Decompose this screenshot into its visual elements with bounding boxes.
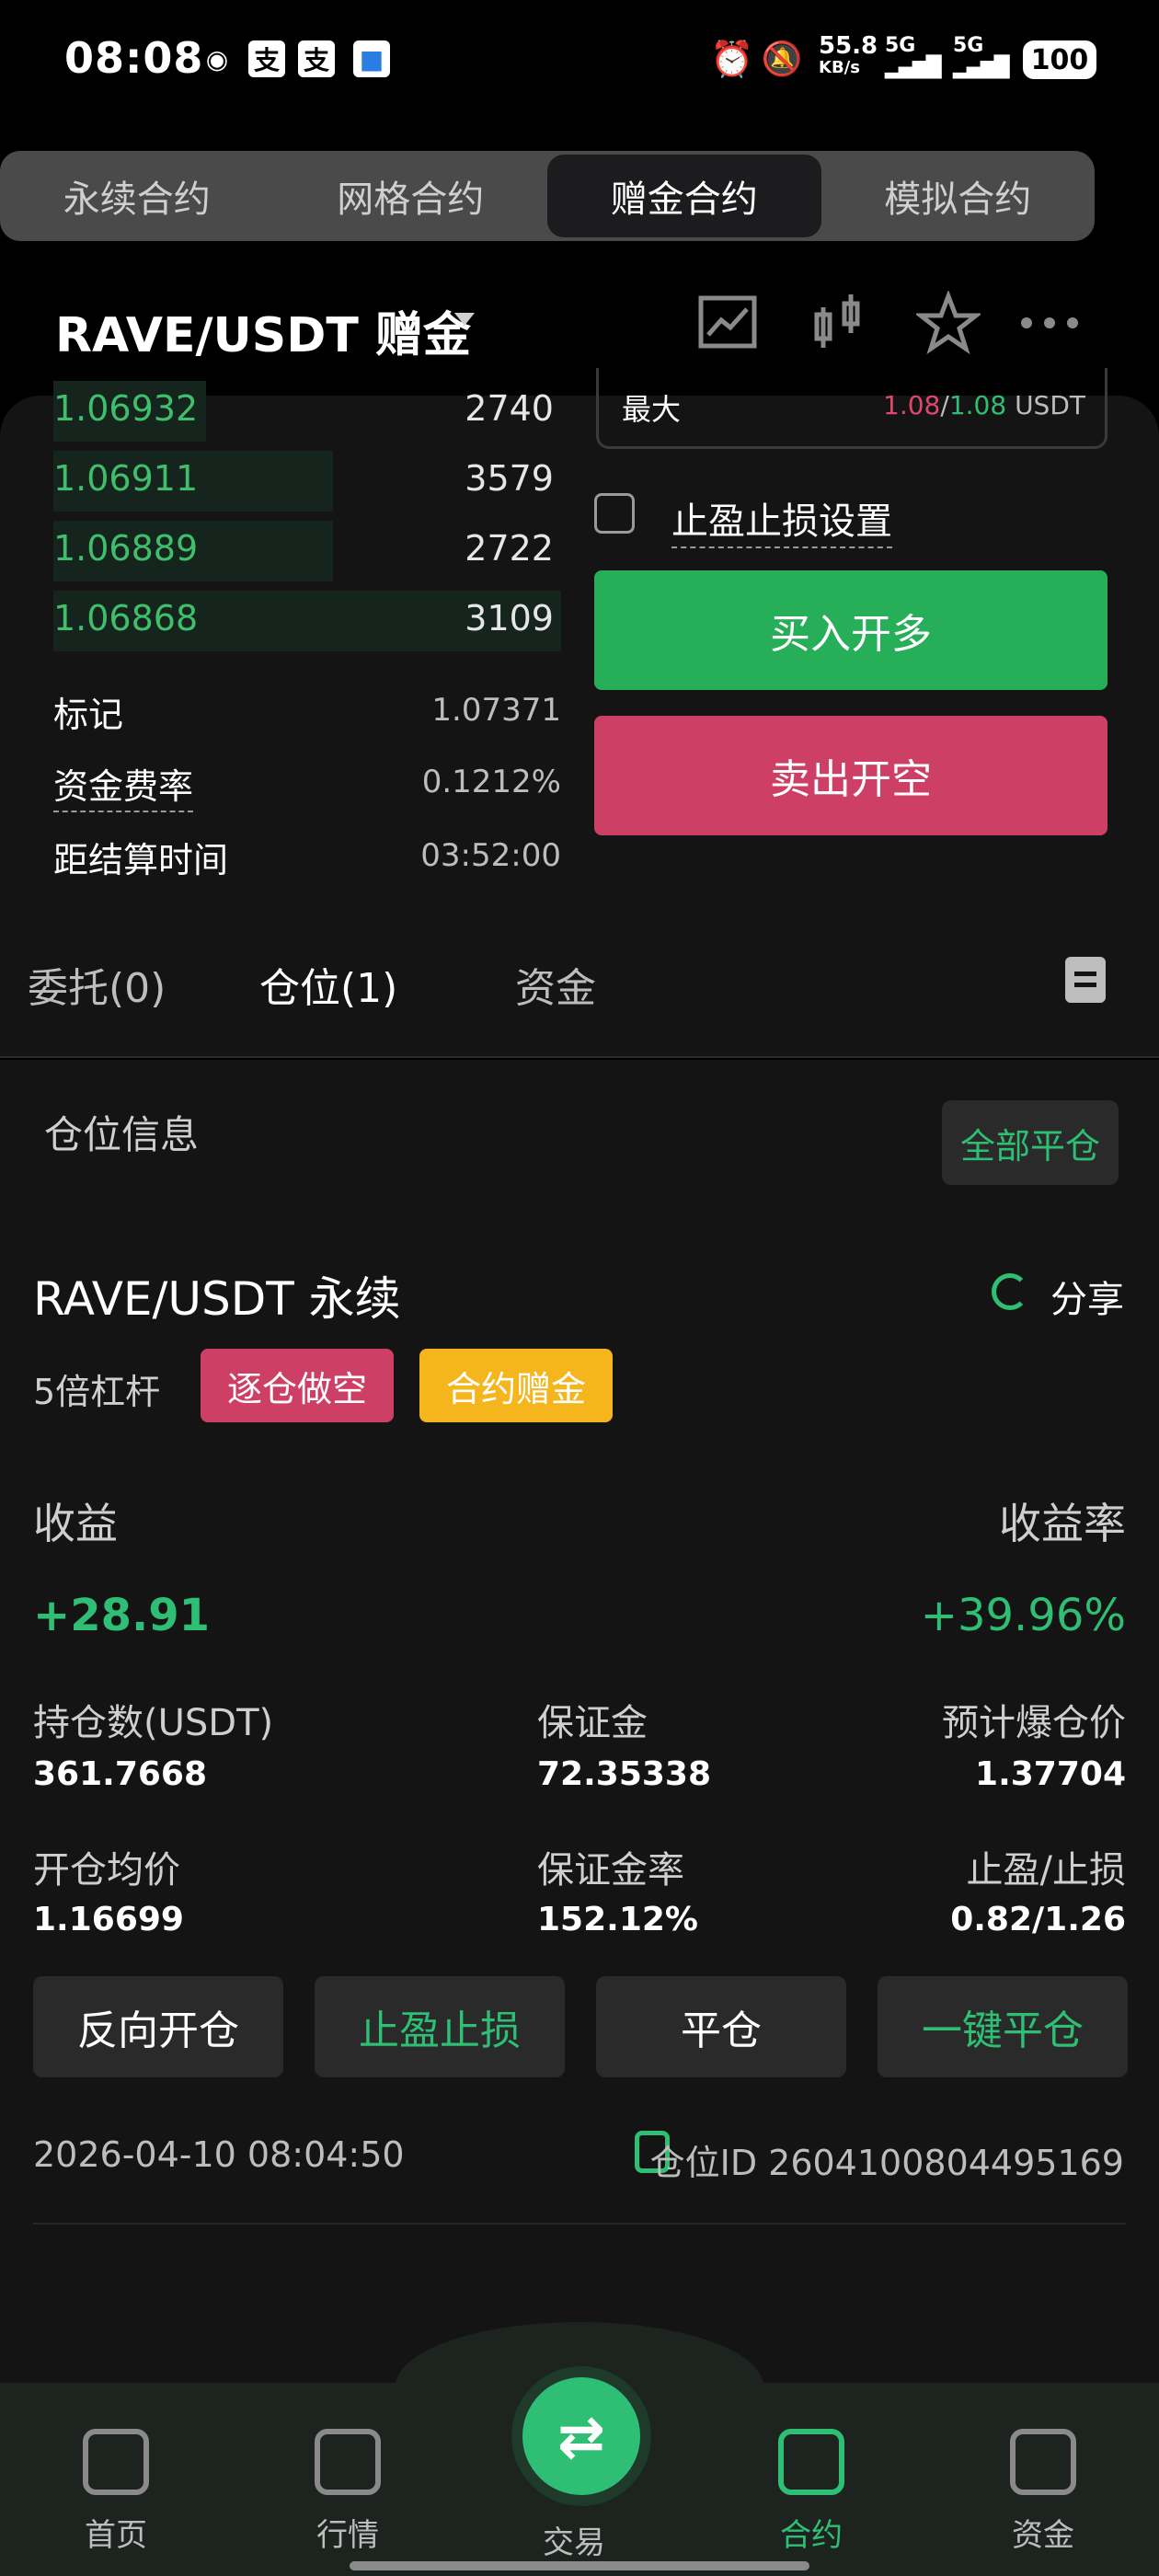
tpsl-label: 止盈/止损 [966,1849,1126,1892]
signal-2: 5G ▂▄▆█ [953,34,1010,79]
divider [33,2223,1126,2225]
tab-positions[interactable]: 仓位(1) [259,955,397,1014]
home-indicator[interactable] [350,2561,809,2570]
tab-funds[interactable]: 资金 [515,955,596,1014]
nav-market[interactable]: 行情 [274,2429,421,2567]
document-icon[interactable] [1065,957,1106,1003]
orderbook-row[interactable]: 1.06889 2722 [53,521,561,581]
chevron-down-icon[interactable] [454,313,475,326]
margin-value: 72.35338 [537,1755,712,1793]
signal-1: 5G ▂▄▆█ [885,34,942,79]
position-title: RAVE/USDT 永续 [33,1272,401,1326]
trade-icon[interactable]: ⇄ [522,2377,640,2495]
one-click-close-button[interactable]: 一键平仓 [878,1976,1128,2077]
market-icon [315,2429,381,2495]
more-icon[interactable] [1017,291,1082,355]
roe-value: +39.96% [920,1590,1126,1641]
orderbook-price: 1.06932 [53,388,199,429]
tpsl-button[interactable]: 止盈止损 [315,1976,565,2077]
funding-rate-label[interactable]: 资金费率 [53,758,194,812]
share-button[interactable]: 分享 [1050,1270,1124,1323]
max-label: 最大 [622,392,682,427]
mute-icon: 🔕 [761,40,803,78]
funding-rate-value: 0.1212% [421,764,561,800]
weibo-icon: ◉ [205,43,229,75]
app-icon: 支 [298,40,335,77]
tpsl-settings-label[interactable]: 止盈止损设置 [671,491,892,548]
orderbook-price: 1.06889 [53,528,199,569]
mark-price-value: 1.07371 [431,692,561,729]
settlement-time-label: 距结算时间 [53,840,229,880]
orderbook-price: 1.06911 [53,458,199,499]
net-speed: 55.8 KB/s [819,32,878,77]
app-icon: 支 [248,40,285,77]
settlement-time-value: 03:52:00 [420,837,561,874]
close-all-button[interactable]: 全部平仓 [942,1100,1119,1185]
max-value: 1.08/1.08 USDT [883,390,1085,420]
orderbook-qty: 2740 [465,388,554,429]
position-id: 仓位ID 2604100804495169 [649,2143,1124,2183]
nav-contract[interactable]: 合约 [738,2429,885,2567]
candlestick-icon[interactable] [808,291,872,355]
position-timestamp: 2026-04-10 08:04:50 [33,2134,405,2175]
orderbook-qty: 3109 [465,598,554,638]
home-icon [83,2429,149,2495]
battery-indicator: 100 [1023,40,1096,79]
entry-price-value: 1.16699 [33,1901,184,1938]
status-time: 08:08 [64,33,204,83]
orderbook-row[interactable]: 1.06911 3579 [53,451,561,512]
nav-home[interactable]: 首页 [42,2429,189,2567]
entry-price-label: 开仓均价 [33,1849,180,1892]
contract-icon [778,2429,844,2495]
size-label: 持仓数(USDT) [33,1702,274,1744]
mark-price-label: 标记 [53,695,124,735]
tab-demo[interactable]: 模拟合约 [821,151,1096,241]
tab-perpetual[interactable]: 永续合约 [0,151,274,241]
sell-short-button[interactable]: 卖出开空 [594,716,1107,835]
pnl-label: 收益 [33,1499,118,1548]
favorite-star-icon[interactable] [916,291,981,355]
tpsl-value: 0.82/1.26 [950,1901,1126,1938]
leverage-label: 5倍杠杆 [33,1372,161,1412]
isolated-short-badge: 逐仓做空 [201,1349,394,1422]
margin-ratio-value: 152.12% [537,1901,698,1938]
roe-label: 收益率 [999,1499,1126,1548]
position-info-title: 仓位信息 [44,1112,200,1157]
margin-label: 保证金 [537,1702,648,1744]
tab-bonus[interactable]: 赠金合约 [547,155,821,237]
liq-price-value: 1.37704 [975,1755,1126,1793]
alarm-icon: ⏰ [710,38,754,79]
size-value: 361.7668 [33,1755,208,1793]
wallet-icon [1010,2429,1076,2495]
tab-grid[interactable]: 网格合约 [274,151,548,241]
bonus-badge: 合约赠金 [419,1349,613,1422]
tpsl-checkbox[interactable] [594,493,635,534]
chat-app-icon: ■ [353,40,390,77]
margin-ratio-label: 保证金率 [537,1849,684,1892]
chart-icon[interactable] [695,291,760,355]
pair-selector[interactable]: RAVE/USDT 赠金 [55,296,471,365]
liq-price-label: 预计爆仓价 [942,1702,1126,1744]
close-position-button[interactable]: 平仓 [596,1976,846,2077]
tab-orders[interactable]: 委托(0) [28,955,166,1014]
orderbook-row[interactable]: 1.06932 2740 [53,381,561,442]
orderbook-row[interactable]: 1.06868 3109 [53,591,561,651]
nav-assets[interactable]: 资金 [970,2429,1117,2567]
orderbook-price: 1.06868 [53,598,199,638]
reverse-open-button[interactable]: 反向开仓 [33,1976,283,2077]
share-icon[interactable] [992,1273,1028,1310]
contract-type-tabs: 永续合约 网格合约 赠金合约 模拟合约 [0,151,1095,241]
pnl-value: +28.91 [33,1590,211,1641]
orderbook-qty: 3579 [465,458,554,499]
buy-long-button[interactable]: 买入开多 [594,570,1107,690]
orderbook-qty: 2722 [465,528,554,569]
nav-trade-label[interactable]: 交易 [543,2517,605,2562]
